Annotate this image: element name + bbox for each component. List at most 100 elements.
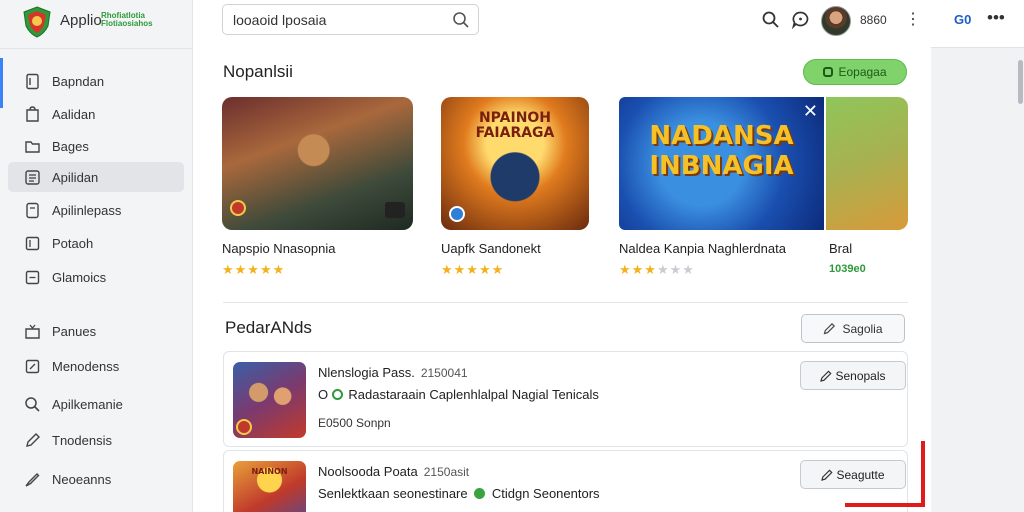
pencil-icon xyxy=(26,432,40,447)
featured-card-2[interactable]: NADANSA INBNAGIA ✕ Naldea Kanpia Naghlerd… xyxy=(619,97,824,277)
app-subtitle: Rhofiatlotia Flotiaosiahos xyxy=(101,12,153,28)
main-panel: 8860 ⋮ Nopanlsii Eopagaa Napspio Nnasopn… xyxy=(193,0,931,512)
list-action-button[interactable]: Sagolia xyxy=(801,314,905,343)
sidebar-item-8[interactable]: Menodenss xyxy=(8,351,184,381)
search-box[interactable] xyxy=(222,4,479,35)
sidebar-item-label: Menodenss xyxy=(52,358,120,374)
list-item-footer: E0500 Sonpn xyxy=(318,416,391,430)
bag-icon xyxy=(26,105,39,122)
close-icon[interactable]: ✕ xyxy=(803,101,818,122)
thumbnail-logo-art: NAINON xyxy=(251,467,288,476)
list-item[interactable]: Nlenslogia Pass. 2150041 O Radastaraain C… xyxy=(223,351,908,447)
edit-icon xyxy=(25,359,40,373)
list-item-desc-prefix: Senlektkaan seonestinare xyxy=(318,486,468,501)
list-item-desc-prefix: O xyxy=(318,387,329,402)
list-item-title: Noolsooda Poata 2150asit xyxy=(318,464,469,479)
sidebar-item-label: Bapndan xyxy=(52,73,105,89)
sidebar-item-10[interactable]: Tnodensis xyxy=(8,425,184,455)
game-badge-icon xyxy=(236,419,252,435)
avatar[interactable] xyxy=(821,6,851,36)
corner-badge-icon xyxy=(385,202,405,218)
scrollbar[interactable] xyxy=(1018,60,1023,104)
list-item-description: O Radastaraain Caplenhlalpal Nagial Teni… xyxy=(318,387,599,402)
game-thumbnail: NADANSA INBNAGIA ✕ xyxy=(619,97,824,230)
section-divider xyxy=(223,302,908,303)
featured-action-button[interactable]: Eopagaa xyxy=(803,59,907,85)
search-input[interactable] xyxy=(233,11,443,28)
game-badge-icon xyxy=(230,200,246,216)
sidebar-item-5[interactable]: Potaoh xyxy=(8,228,184,258)
card-title: Naldea Kanpia Naghlerdnata xyxy=(619,241,786,256)
list-item-title-text: Noolsooda Poata xyxy=(318,464,418,479)
verified-icon xyxy=(449,206,465,222)
highlight-marker xyxy=(845,441,925,507)
sidebar-header-divider xyxy=(0,48,193,49)
list-item-meta: 2150041 xyxy=(420,366,468,380)
sidebar-item-label: Apilinlepass xyxy=(52,202,122,218)
list-action-label: Sagolia xyxy=(842,321,883,336)
badge-icon xyxy=(823,67,834,77)
search-icon[interactable] xyxy=(761,10,780,29)
sidebar-item-4[interactable]: Apilinlepass xyxy=(8,195,184,225)
sidebar-item-11[interactable]: Neoeanns xyxy=(8,464,184,494)
thumbnail-logo-art: NPAINOH FAIARAGA xyxy=(475,110,555,141)
status-icon xyxy=(331,389,343,400)
header-count: 8860 xyxy=(860,13,887,27)
folder-icon xyxy=(25,140,40,153)
sidebar-item-1[interactable]: Aalidan xyxy=(8,99,184,129)
sidebar-item-label: Potaoh xyxy=(52,235,94,251)
card-title: Bral xyxy=(829,241,853,256)
list-item-button-label: Senopals xyxy=(835,368,886,383)
sidebar-item-2[interactable]: Bages xyxy=(8,131,184,161)
more-options-icon[interactable]: ⋮ xyxy=(905,9,921,29)
list-item-button[interactable]: Senopals xyxy=(800,361,906,390)
tablet-icon xyxy=(26,202,39,218)
featured-section-title: Nopanlsii xyxy=(223,62,293,81)
right-panel-header: G0 ••• xyxy=(931,0,1024,48)
sidebar-item-9[interactable]: Apilkemanie xyxy=(8,389,184,419)
featured-card-1[interactable]: NPAINOH FAIARAGA Uapfk Sandonekt ★★★★★ xyxy=(441,97,589,277)
sidebar-item-label: Apilkemanie xyxy=(52,396,123,412)
sidebar-item-0[interactable]: Bapndan xyxy=(8,66,184,96)
sidebar-item-3[interactable]: Apilidan xyxy=(8,162,184,192)
featured-action-label: Eopagaa xyxy=(838,65,887,79)
sidebar-item-label: Panues xyxy=(52,323,97,339)
featured-card-3[interactable]: Bral 1039e0 xyxy=(826,97,908,275)
status-icon xyxy=(474,488,486,499)
rating-stars: ★★★★★ xyxy=(441,262,505,277)
game-thumbnail xyxy=(826,97,908,230)
search-icon[interactable] xyxy=(452,11,470,29)
list-item[interactable]: NAINON Noolsooda Poata 2150asit Senlektka… xyxy=(223,450,908,512)
sidebar-accent-bar xyxy=(0,58,3,108)
more-horizontal-icon[interactable]: ••• xyxy=(987,8,1005,28)
chat-icon[interactable] xyxy=(791,10,810,29)
right-panel-label[interactable]: G0 xyxy=(954,12,971,27)
pencil-icon xyxy=(824,322,836,335)
rating-stars: ★★★★★ xyxy=(222,262,286,277)
sidebar-item-label: Glamoics xyxy=(52,269,107,285)
card-price: 1039e0 xyxy=(829,263,866,275)
search-icon xyxy=(25,396,40,412)
card-title: Uapfk Sandonekt xyxy=(441,241,541,256)
card-title: Napspio Nnasopnia xyxy=(222,241,336,256)
brush-icon xyxy=(25,472,40,487)
sidebar-item-7[interactable]: Panues xyxy=(8,316,184,346)
sidebar: Applio Rhofiatlotia Flotiaosiahos Bapnda… xyxy=(0,0,193,512)
sidebar-item-label: Apilidan xyxy=(52,169,99,185)
list-item-meta: 2150asit xyxy=(423,465,470,479)
sidebar-item-label: Tnodensis xyxy=(52,432,112,448)
sidebar-item-6[interactable]: Glamoics xyxy=(8,262,184,292)
list-item-title-text: Nlenslogia Pass. xyxy=(318,365,415,380)
game-thumbnail: NPAINOH FAIARAGA xyxy=(441,97,589,230)
right-panel: G0 ••• xyxy=(931,0,1024,512)
list-item-title: Nlenslogia Pass. 2150041 xyxy=(318,365,468,380)
featured-card-0[interactable]: Napspio Nnasopnia ★★★★★ xyxy=(222,97,413,277)
pencil-icon xyxy=(821,468,834,481)
box-icon xyxy=(25,236,40,250)
game-thumbnail xyxy=(222,97,413,230)
list-section-title: PedarANds xyxy=(225,318,312,337)
list-item-desc-text: Ctidgn Seonentors xyxy=(491,486,600,501)
inbox-icon xyxy=(25,324,40,339)
grid-icon xyxy=(25,270,40,284)
game-thumbnail: NAINON xyxy=(233,461,306,512)
